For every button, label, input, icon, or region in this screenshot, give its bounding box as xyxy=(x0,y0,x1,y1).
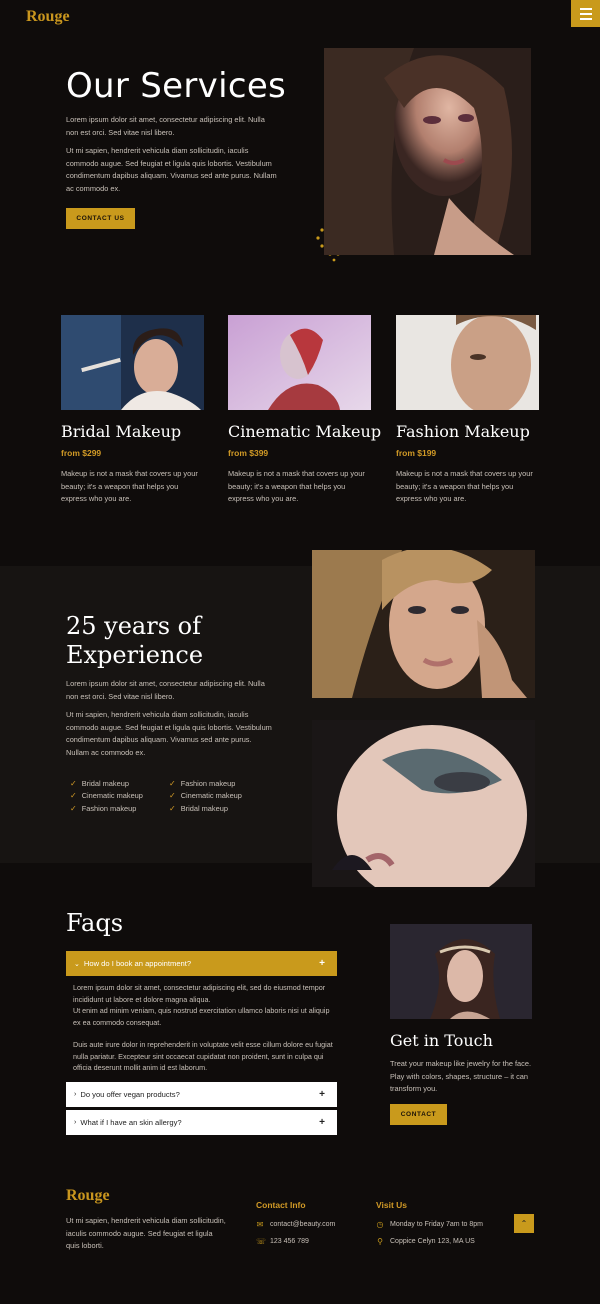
list-item: ✓ Fashion makeup xyxy=(169,778,236,788)
service-description: Makeup is not a mask that covers up your… xyxy=(61,469,198,503)
contact-button[interactable]: CONTACT xyxy=(390,1104,447,1125)
list-item: ✓ Bridal makeup xyxy=(70,778,129,788)
service-description: Makeup is not a mask that covers up your… xyxy=(228,469,365,503)
service-title: Cinematic Makeup xyxy=(228,422,382,441)
menu-button[interactable] xyxy=(571,0,600,27)
hero-portrait-image xyxy=(324,48,531,255)
check-icon: ✓ xyxy=(169,791,176,801)
faq-item[interactable]: › What if I have an skin allergy? + xyxy=(66,1110,337,1135)
footer-hours: ◷ Monday to Friday 7am to 8pm xyxy=(376,1220,484,1229)
visit-us-title: Visit Us xyxy=(376,1200,408,1210)
service-title: Bridal Makeup xyxy=(61,422,182,441)
check-icon: ✓ xyxy=(70,778,77,788)
footer-address: ⚲ Coppice Celyn 123, MA US xyxy=(377,1237,475,1246)
footer-about: Ut mi sapien, hendrerit vehicula diam so… xyxy=(66,1216,226,1250)
experience-intro: Lorem ipsum dolor sit amet, consectetur … xyxy=(66,679,265,701)
cinematic-makeup-image xyxy=(228,315,371,410)
service-price: from $199 xyxy=(396,448,437,458)
list-item: ✓ Cinematic makeup xyxy=(70,791,143,801)
phone-icon: ☏ xyxy=(256,1237,267,1246)
plus-icon: + xyxy=(319,1089,325,1100)
services-checklist-left: ✓ Bridal makeup ✓ Cinematic makeup ✓ Fashio… xyxy=(70,777,143,815)
faq-answer: Lorem ipsum dolor sit amet, consectetur … xyxy=(73,983,333,1072)
faq-item-active[interactable]: ⌄ How do I book an appointment? + xyxy=(66,951,337,976)
service-title: Fashion Makeup xyxy=(396,422,530,441)
service-price: from $299 xyxy=(61,448,102,458)
hero-body: Ut mi sapien, hendrerit vehicula diam so… xyxy=(66,146,277,193)
bridal-makeup-image xyxy=(61,315,204,410)
check-icon: ✓ xyxy=(70,791,77,801)
chevron-right-icon: › xyxy=(74,1119,77,1126)
get-in-touch-title: Get in Touch xyxy=(390,1031,493,1050)
scroll-to-top-button[interactable]: ⌃ xyxy=(514,1214,534,1233)
plus-icon: + xyxy=(319,1117,325,1128)
contact-info-title: Contact Info xyxy=(256,1200,306,1210)
chevron-down-icon: ⌄ xyxy=(74,960,80,968)
envelope-icon: ✉ xyxy=(256,1220,264,1229)
fashion-makeup-image xyxy=(396,315,539,410)
list-item: ✓ Fashion makeup xyxy=(70,803,137,813)
experience-body: Ut mi sapien, hendrerit vehicula diam so… xyxy=(66,710,272,757)
experience-image-bottom xyxy=(312,720,535,887)
check-icon: ✓ xyxy=(169,778,176,788)
plus-icon: + xyxy=(319,958,325,969)
get-in-touch-body: Treat your makeup like jewelry for the f… xyxy=(390,1059,532,1093)
footer-logo[interactable]: Rouge xyxy=(66,1187,110,1205)
site-logo[interactable]: Rouge xyxy=(26,8,70,26)
check-icon: ✓ xyxy=(169,803,176,813)
footer-phone[interactable]: ☏ 123 456 789 xyxy=(256,1237,309,1246)
list-item: ✓ Bridal makeup xyxy=(169,803,228,813)
faq-item[interactable]: › Do you offer vegan products? + xyxy=(66,1082,337,1107)
hero-intro: Lorem ipsum dolor sit amet, consectetur … xyxy=(66,115,265,137)
clock-icon: ◷ xyxy=(376,1220,384,1229)
footer-email[interactable]: ✉ contact@beauty.com xyxy=(256,1220,336,1229)
arrow-up-icon: ⌃ xyxy=(520,1219,528,1228)
experience-title: 25 years of Experience xyxy=(66,612,204,669)
map-pin-icon: ⚲ xyxy=(377,1237,383,1246)
service-price: from $399 xyxy=(228,448,269,458)
contact-us-button[interactable]: CONTACT US xyxy=(66,208,135,229)
chevron-right-icon: › xyxy=(74,1091,77,1098)
menu-icon xyxy=(579,7,592,10)
check-icon: ✓ xyxy=(70,803,77,813)
list-item: ✓ Cinematic makeup xyxy=(169,791,242,801)
service-description: Makeup is not a mask that covers up your… xyxy=(396,469,533,503)
experience-image-top xyxy=(312,550,535,698)
faqs-title: Faqs xyxy=(66,909,124,937)
get-in-touch-image xyxy=(390,924,532,1019)
services-checklist-right: ✓ Fashion makeup ✓ Cinematic makeup ✓ Brida… xyxy=(169,777,242,815)
page-title: Our Services xyxy=(66,66,287,106)
